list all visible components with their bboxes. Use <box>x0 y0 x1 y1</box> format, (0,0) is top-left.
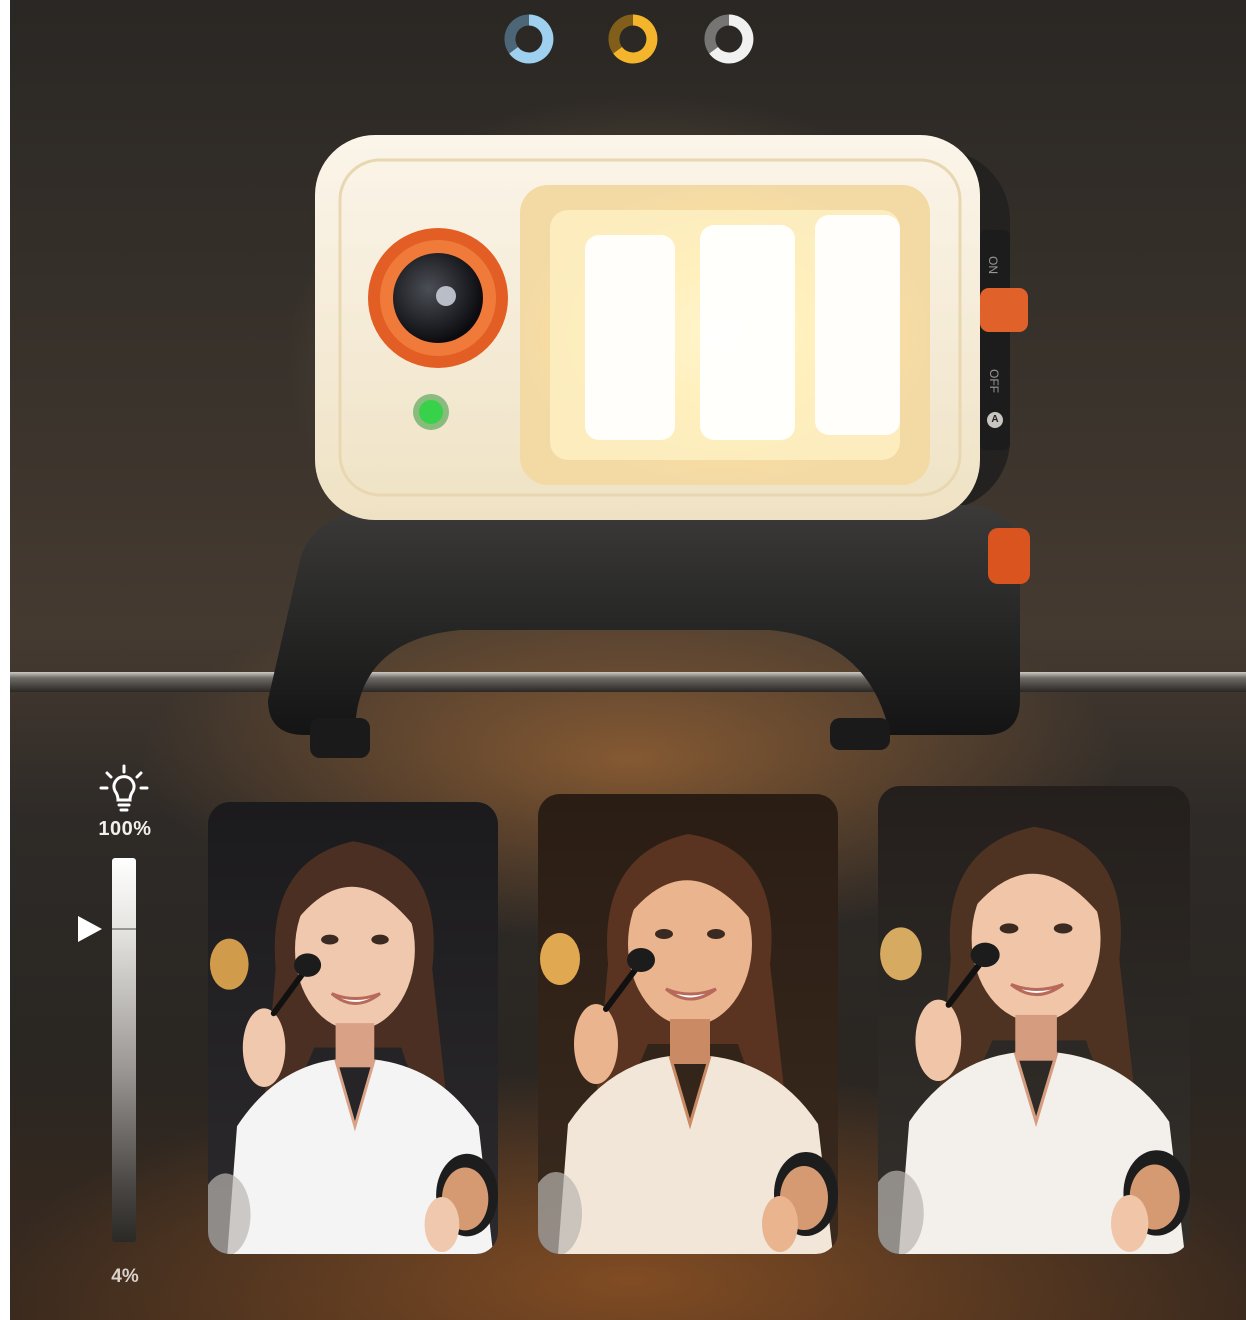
webcam-light-device <box>268 135 1030 758</box>
product-stage: ON OFF A 100% 4% <box>10 0 1246 1320</box>
brightness-min-label: 4% <box>111 1266 139 1287</box>
portrait-cool <box>208 802 498 1254</box>
brightness-marker-icon[interactable] <box>78 916 102 942</box>
power-switch[interactable] <box>980 288 1028 332</box>
power-indicator-icon <box>419 400 443 424</box>
portrait-warm <box>538 794 838 1254</box>
switch-auto-label: A <box>987 412 1003 428</box>
portrait-neutral <box>878 786 1190 1254</box>
switch-off-label: OFF <box>987 369 1001 393</box>
mount-button[interactable] <box>988 528 1030 584</box>
brightness-max-label: 100% <box>98 818 152 840</box>
switch-on-label: ON <box>986 256 1000 274</box>
brightness-track[interactable] <box>112 858 136 1242</box>
bulb-icon <box>99 764 149 812</box>
brightness-level-line <box>112 928 136 930</box>
brightness-scale: 100% 4% <box>70 764 180 1304</box>
